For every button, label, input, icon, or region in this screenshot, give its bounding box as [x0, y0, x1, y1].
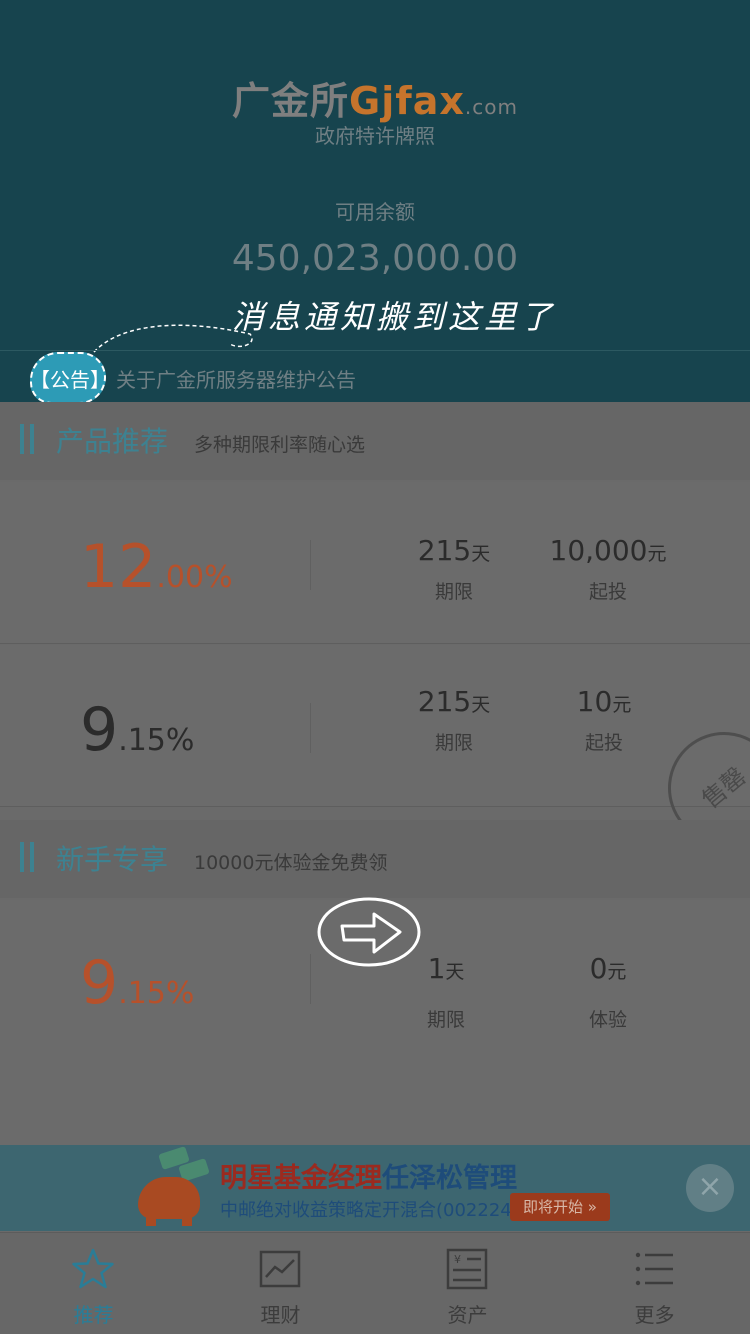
- term-unit: 天: [471, 543, 491, 565]
- exp-unit: 元: [607, 961, 627, 983]
- divider: [310, 703, 311, 753]
- rate-dec: .00%: [156, 560, 233, 595]
- svg-text:¥: ¥: [454, 1253, 461, 1266]
- product-rate: 9.15%: [80, 948, 194, 1018]
- exp-label: 体验: [588, 1009, 627, 1031]
- notice-tag[interactable]: 【公告】: [30, 364, 110, 393]
- ledger-icon: ¥: [446, 1248, 488, 1290]
- section-subtitle: 10000元体验金免费领: [194, 852, 388, 874]
- banner-title-red: 明星基金经理: [220, 1163, 382, 1194]
- banner-start-button[interactable]: 即将开始 »: [510, 1193, 610, 1221]
- section-subtitle: 多种期限利率随心选: [194, 434, 366, 456]
- tab-label: 更多: [634, 1303, 675, 1327]
- piggy-bank-leg: [146, 1214, 156, 1226]
- term-stat: 215天 期限: [364, 534, 544, 604]
- term-unit: 天: [445, 961, 465, 983]
- piggy-bank-leg: [182, 1214, 192, 1226]
- min-value: 10,000: [549, 534, 648, 567]
- min-invest-stat: 10元 起投: [514, 685, 694, 755]
- min-invest-stat: 10,000元 起投: [518, 534, 698, 604]
- rate-int: 9: [80, 948, 119, 1018]
- tab-recommend[interactable]: 推荐: [0, 1233, 187, 1334]
- term-unit: 天: [471, 694, 491, 716]
- header: 广金所Gjfax.com 政府特许牌照 可用余额 450,023,000.00 …: [0, 0, 750, 404]
- banner-title: 明星基金经理任泽松管理: [220, 1156, 517, 1195]
- section-bar-icon: [20, 842, 34, 872]
- hint-curve-icon: [93, 324, 253, 353]
- section-title: 新手专享: [56, 843, 169, 876]
- tab-more[interactable]: 更多: [561, 1233, 748, 1334]
- tab-bar: 推荐 理财 ¥ 资产 更多: [0, 1232, 750, 1334]
- experience-stat: 0元 体验: [518, 952, 698, 1032]
- rate-dec: .15%: [118, 976, 195, 1011]
- product-card[interactable]: 9.15% 215天 期限 10元 起投: [0, 645, 750, 807]
- exp-value: 0: [589, 952, 608, 985]
- license-label: 政府特许牌照: [315, 124, 435, 148]
- banner-title-blue: 任泽松管理: [382, 1163, 517, 1194]
- section-header-recommended: 产品推荐 多种期限利率随心选: [0, 402, 750, 480]
- term-value: 215: [417, 685, 472, 718]
- balance-label: 可用余额: [335, 200, 415, 224]
- tab-finance[interactable]: 理财: [187, 1233, 374, 1334]
- notice-moved-hint: 消息通知搬到这里了: [232, 298, 557, 336]
- product-card[interactable]: 12.00% 215天 期限 10,000元 起投: [0, 482, 750, 644]
- close-icon[interactable]: ×: [686, 1164, 734, 1212]
- piggy-bank-icon: [138, 1177, 200, 1219]
- term-value: 1: [427, 952, 446, 985]
- term-label: 期限: [434, 581, 473, 603]
- min-label: 起投: [584, 732, 623, 754]
- rate-int: 12: [80, 532, 157, 602]
- tab-label: 理财: [260, 1303, 301, 1327]
- tab-label: 推荐: [73, 1303, 114, 1327]
- product-rate: 12.00%: [80, 532, 233, 602]
- notice-text[interactable]: 关于广金所服务器维护公告: [116, 364, 356, 393]
- product-rate: 9.15%: [80, 695, 194, 765]
- divider: [310, 954, 311, 1004]
- list-icon: [635, 1252, 673, 1286]
- chart-icon: [259, 1250, 301, 1288]
- min-unit: 元: [647, 543, 667, 565]
- balance-value: 450,023,000.00: [231, 238, 519, 279]
- section-header-newbie: 新手专享 10000元体验金免费领: [0, 820, 750, 898]
- term-value: 215: [417, 534, 472, 567]
- logo-latin: Gjfax: [349, 79, 465, 123]
- min-label: 起投: [588, 581, 627, 603]
- min-unit: 元: [612, 694, 632, 716]
- divider: [310, 540, 311, 590]
- tab-label: 资产: [447, 1303, 488, 1327]
- section-title: 产品推荐: [56, 425, 169, 458]
- section-bar-icon: [20, 424, 34, 454]
- logo-cn: 广金所: [232, 79, 350, 123]
- divider: [0, 350, 750, 351]
- arrow-right-icon: [317, 897, 421, 967]
- logo-domain: .com: [464, 95, 518, 119]
- star-icon: [72, 1248, 114, 1289]
- rate-dec: .15%: [118, 723, 195, 758]
- min-value: 10: [576, 685, 613, 718]
- logo: 广金所Gjfax.com: [0, 70, 750, 125]
- tab-assets[interactable]: ¥ 资产: [374, 1233, 561, 1334]
- banner-subtitle: 中邮绝对收益策略定开混合(002224): [220, 1200, 519, 1221]
- rate-int: 9: [80, 695, 119, 765]
- term-label: 期限: [426, 1009, 465, 1031]
